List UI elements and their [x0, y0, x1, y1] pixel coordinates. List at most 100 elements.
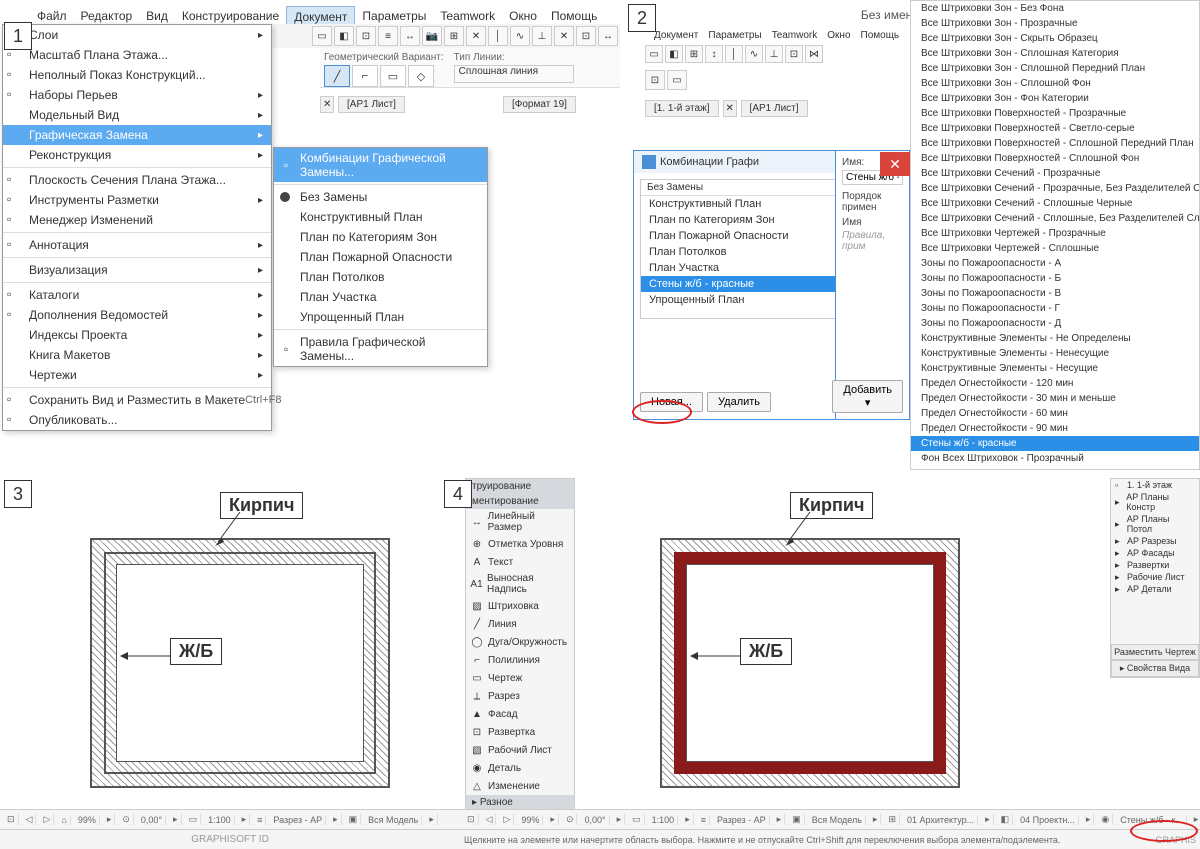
menu-item[interactable]: Визуализация	[3, 260, 271, 280]
rule-item[interactable]: Предел Огнестойкости - 120 мин	[911, 376, 1199, 391]
menu-item[interactable]: Книга Макетов	[3, 345, 271, 365]
sb-nav-icon[interactable]: ⊡	[4, 814, 19, 825]
menu-item[interactable]: ▫Неполный Показ Конструкций...	[3, 65, 271, 85]
rule-item[interactable]: Все Штриховки Зон - Прозрачные	[911, 16, 1199, 31]
rule-item[interactable]: Все Штриховки Сечений - Прозрачные, Без …	[911, 181, 1199, 196]
camera-icon[interactable]: 📷	[422, 26, 442, 46]
nav-item[interactable]: ▸АР Детали	[1111, 583, 1199, 595]
nav-item[interactable]: ▸АР Фасады	[1111, 547, 1199, 559]
menu-item[interactable]: ▫Каталоги	[3, 285, 271, 305]
palette-tool[interactable]: ◯Дуга/Окружность	[466, 633, 574, 651]
palette-header-misc[interactable]: ▸ Разное	[466, 795, 574, 810]
p2-tool2-1[interactable]: ⊡	[645, 70, 665, 90]
tool-icon-13[interactable]: ⊡	[576, 26, 596, 46]
submenu-item[interactable]: План Пожарной Опасности	[274, 247, 487, 267]
palette-tool[interactable]: ⊡Развертка	[466, 723, 574, 741]
palette-tool[interactable]: △Изменение	[466, 777, 574, 795]
sb2-zoom[interactable]: 99%	[518, 815, 543, 825]
tool-icon-14[interactable]: ↔	[598, 26, 618, 46]
tool-icon-11[interactable]: ⊥	[532, 26, 552, 46]
p2-menu-document[interactable]: Документ	[649, 28, 703, 43]
tool-icon-7[interactable]: ⊞	[444, 26, 464, 46]
submenu-item[interactable]: План Участка	[274, 287, 487, 307]
submenu-item[interactable]: ▫Комбинации Графической Замены...	[274, 148, 487, 182]
line-option-step[interactable]: ⌐	[352, 65, 378, 87]
palette-tool[interactable]: ▲Фасад	[466, 705, 574, 723]
menu-item[interactable]: ▫Дополнения Ведомостей	[3, 305, 271, 325]
sb-scale[interactable]: 1:100	[205, 815, 235, 825]
rule-item[interactable]: Зоны по Пожароопасности - В	[911, 286, 1199, 301]
place-drawing-button[interactable]: Разместить Чертеж	[1111, 644, 1199, 660]
rule-item[interactable]: Все Штриховки Поверхностей - Прозрачные	[911, 106, 1199, 121]
sb-zoom[interactable]: 99%	[75, 815, 100, 825]
sb2-back[interactable]: ◁	[483, 814, 497, 825]
nav-item[interactable]: ▸Рабочие Лист	[1111, 571, 1199, 583]
rule-item[interactable]: Зоны по Пожароопасности - Д	[911, 316, 1199, 331]
rule-item[interactable]: Все Штриховки Поверхностей - Сплошной Пе…	[911, 136, 1199, 151]
rule-item[interactable]: Все Штриховки Зон - Сплошная Категория	[911, 46, 1199, 61]
tab-close[interactable]: ✕	[320, 96, 334, 113]
rule-item[interactable]: Все Штриховки Зон - Сплошной Фон	[911, 76, 1199, 91]
rule-item[interactable]: Предел Огнестойкости - 30 мин и меньше	[911, 391, 1199, 406]
rule-item[interactable]: Все Штриховки Зон - Сплошной Передний Пл…	[911, 61, 1199, 76]
rule-item[interactable]: Фон Всех Штриховок - Прозрачный	[911, 451, 1199, 466]
p2-tool-3[interactable]: ⊞	[685, 45, 703, 63]
menu-item[interactable]: ▫Плоскость Сечения Плана Этажа...	[3, 170, 271, 190]
tab-format19[interactable]: [Формат 19]	[503, 96, 576, 113]
line-option-rect[interactable]: ▭	[380, 65, 406, 87]
p2-tool-7[interactable]: ⊥	[765, 45, 783, 63]
rule-item[interactable]: Стены ж/б - красные	[911, 436, 1199, 451]
sb2-rotate[interactable]: 0,00°	[581, 815, 609, 825]
sb-view-btn[interactable]: ≡	[254, 815, 266, 825]
rule-item[interactable]: Все Штриховки Зон - Фон Категории	[911, 91, 1199, 106]
tool-icon-2[interactable]: ◧	[334, 26, 354, 46]
palette-header-construct[interactable]: труирование	[466, 479, 574, 494]
p2-tool-9[interactable]: ⋈	[805, 45, 823, 63]
rule-item[interactable]: Зоны по Пожароопасности - Б	[911, 271, 1199, 286]
palette-tool[interactable]: ⌐Полилиния	[466, 651, 574, 669]
menu-item[interactable]: Графическая Замена	[3, 125, 271, 145]
nav-item[interactable]: ▸АР Разрезы	[1111, 535, 1199, 547]
p2-tool2-2[interactable]: ▭	[667, 70, 687, 90]
p2-tool-8[interactable]: ⊡	[785, 45, 803, 63]
line-option-rotated[interactable]: ◇	[408, 65, 434, 87]
menu-item[interactable]: ▫Масштаб Плана Этажа...	[3, 45, 271, 65]
rule-item[interactable]: Зоны по Пожароопасности - А	[911, 256, 1199, 271]
tool-icon-12[interactable]: ✕	[554, 26, 574, 46]
rule-item[interactable]: Все Штриховки Чертежей - Сплошные	[911, 241, 1199, 256]
line-option-straight[interactable]: ╱	[324, 65, 350, 87]
nav-item[interactable]: ▸АР Планы Потол	[1111, 513, 1199, 535]
rules-dropdown[interactable]: Все Штриховки Зон - Без ФонаВсе Штриховк…	[910, 0, 1200, 470]
rule-item[interactable]: Все Штриховки Поверхностей - Сплошной Фо…	[911, 151, 1199, 166]
sb-back[interactable]: ◁	[23, 814, 37, 825]
menu-item[interactable]: Реконструкция	[3, 145, 271, 165]
p2-menu-window[interactable]: Окно	[822, 28, 855, 43]
tab-ap1[interactable]: [АР1 Лист]	[338, 96, 405, 113]
nav-item[interactable]: ▫1. 1-й этаж	[1111, 479, 1199, 491]
new-button[interactable]: Новая...	[640, 392, 703, 412]
sb2-proj[interactable]: 04 Проектн...	[1017, 815, 1079, 825]
palette-tool[interactable]: ⊕Отметка Уровня	[466, 535, 574, 553]
measure-icon[interactable]: ↔	[400, 26, 420, 46]
tool-icon-4[interactable]: ≡	[378, 26, 398, 46]
sb2-fwd[interactable]: ▷	[500, 814, 514, 825]
p2-tool-1[interactable]: ▭	[645, 45, 663, 63]
submenu-item[interactable]: Конструктивный План	[274, 207, 487, 227]
submenu-item[interactable]: План Потолков	[274, 267, 487, 287]
view-props-button[interactable]: ▸ Свойства Вида	[1111, 660, 1199, 677]
menu-item[interactable]: Слои	[3, 25, 271, 45]
rule-item[interactable]: Все Штриховки Зон - Скрыть Образец	[911, 31, 1199, 46]
menu-item[interactable]: Индексы Проекта	[3, 325, 271, 345]
rule-item[interactable]: Все Штриховки Сечений - Сплошные Черные	[911, 196, 1199, 211]
menu-item[interactable]: ▫Сохранить Вид и Разместить в МакетеCtrl…	[3, 390, 271, 410]
menu-item[interactable]: ▫Аннотация	[3, 235, 271, 255]
menu-item[interactable]: ▫Наборы Перьев	[3, 85, 271, 105]
line-type-select[interactable]: Сплошная линия	[454, 65, 574, 83]
sb-model-icon[interactable]: ▣	[346, 814, 362, 825]
sb-view[interactable]: Разрез - АР	[270, 815, 326, 825]
sb-fwd[interactable]: ▷	[40, 814, 54, 825]
sb-model[interactable]: Вся Модель	[365, 815, 422, 825]
rule-item[interactable]: Конструктивные Элементы - Несущие	[911, 361, 1199, 376]
p2-menu-help[interactable]: Помощь	[856, 28, 905, 43]
sb-scale-icon[interactable]: ▭	[186, 814, 202, 825]
